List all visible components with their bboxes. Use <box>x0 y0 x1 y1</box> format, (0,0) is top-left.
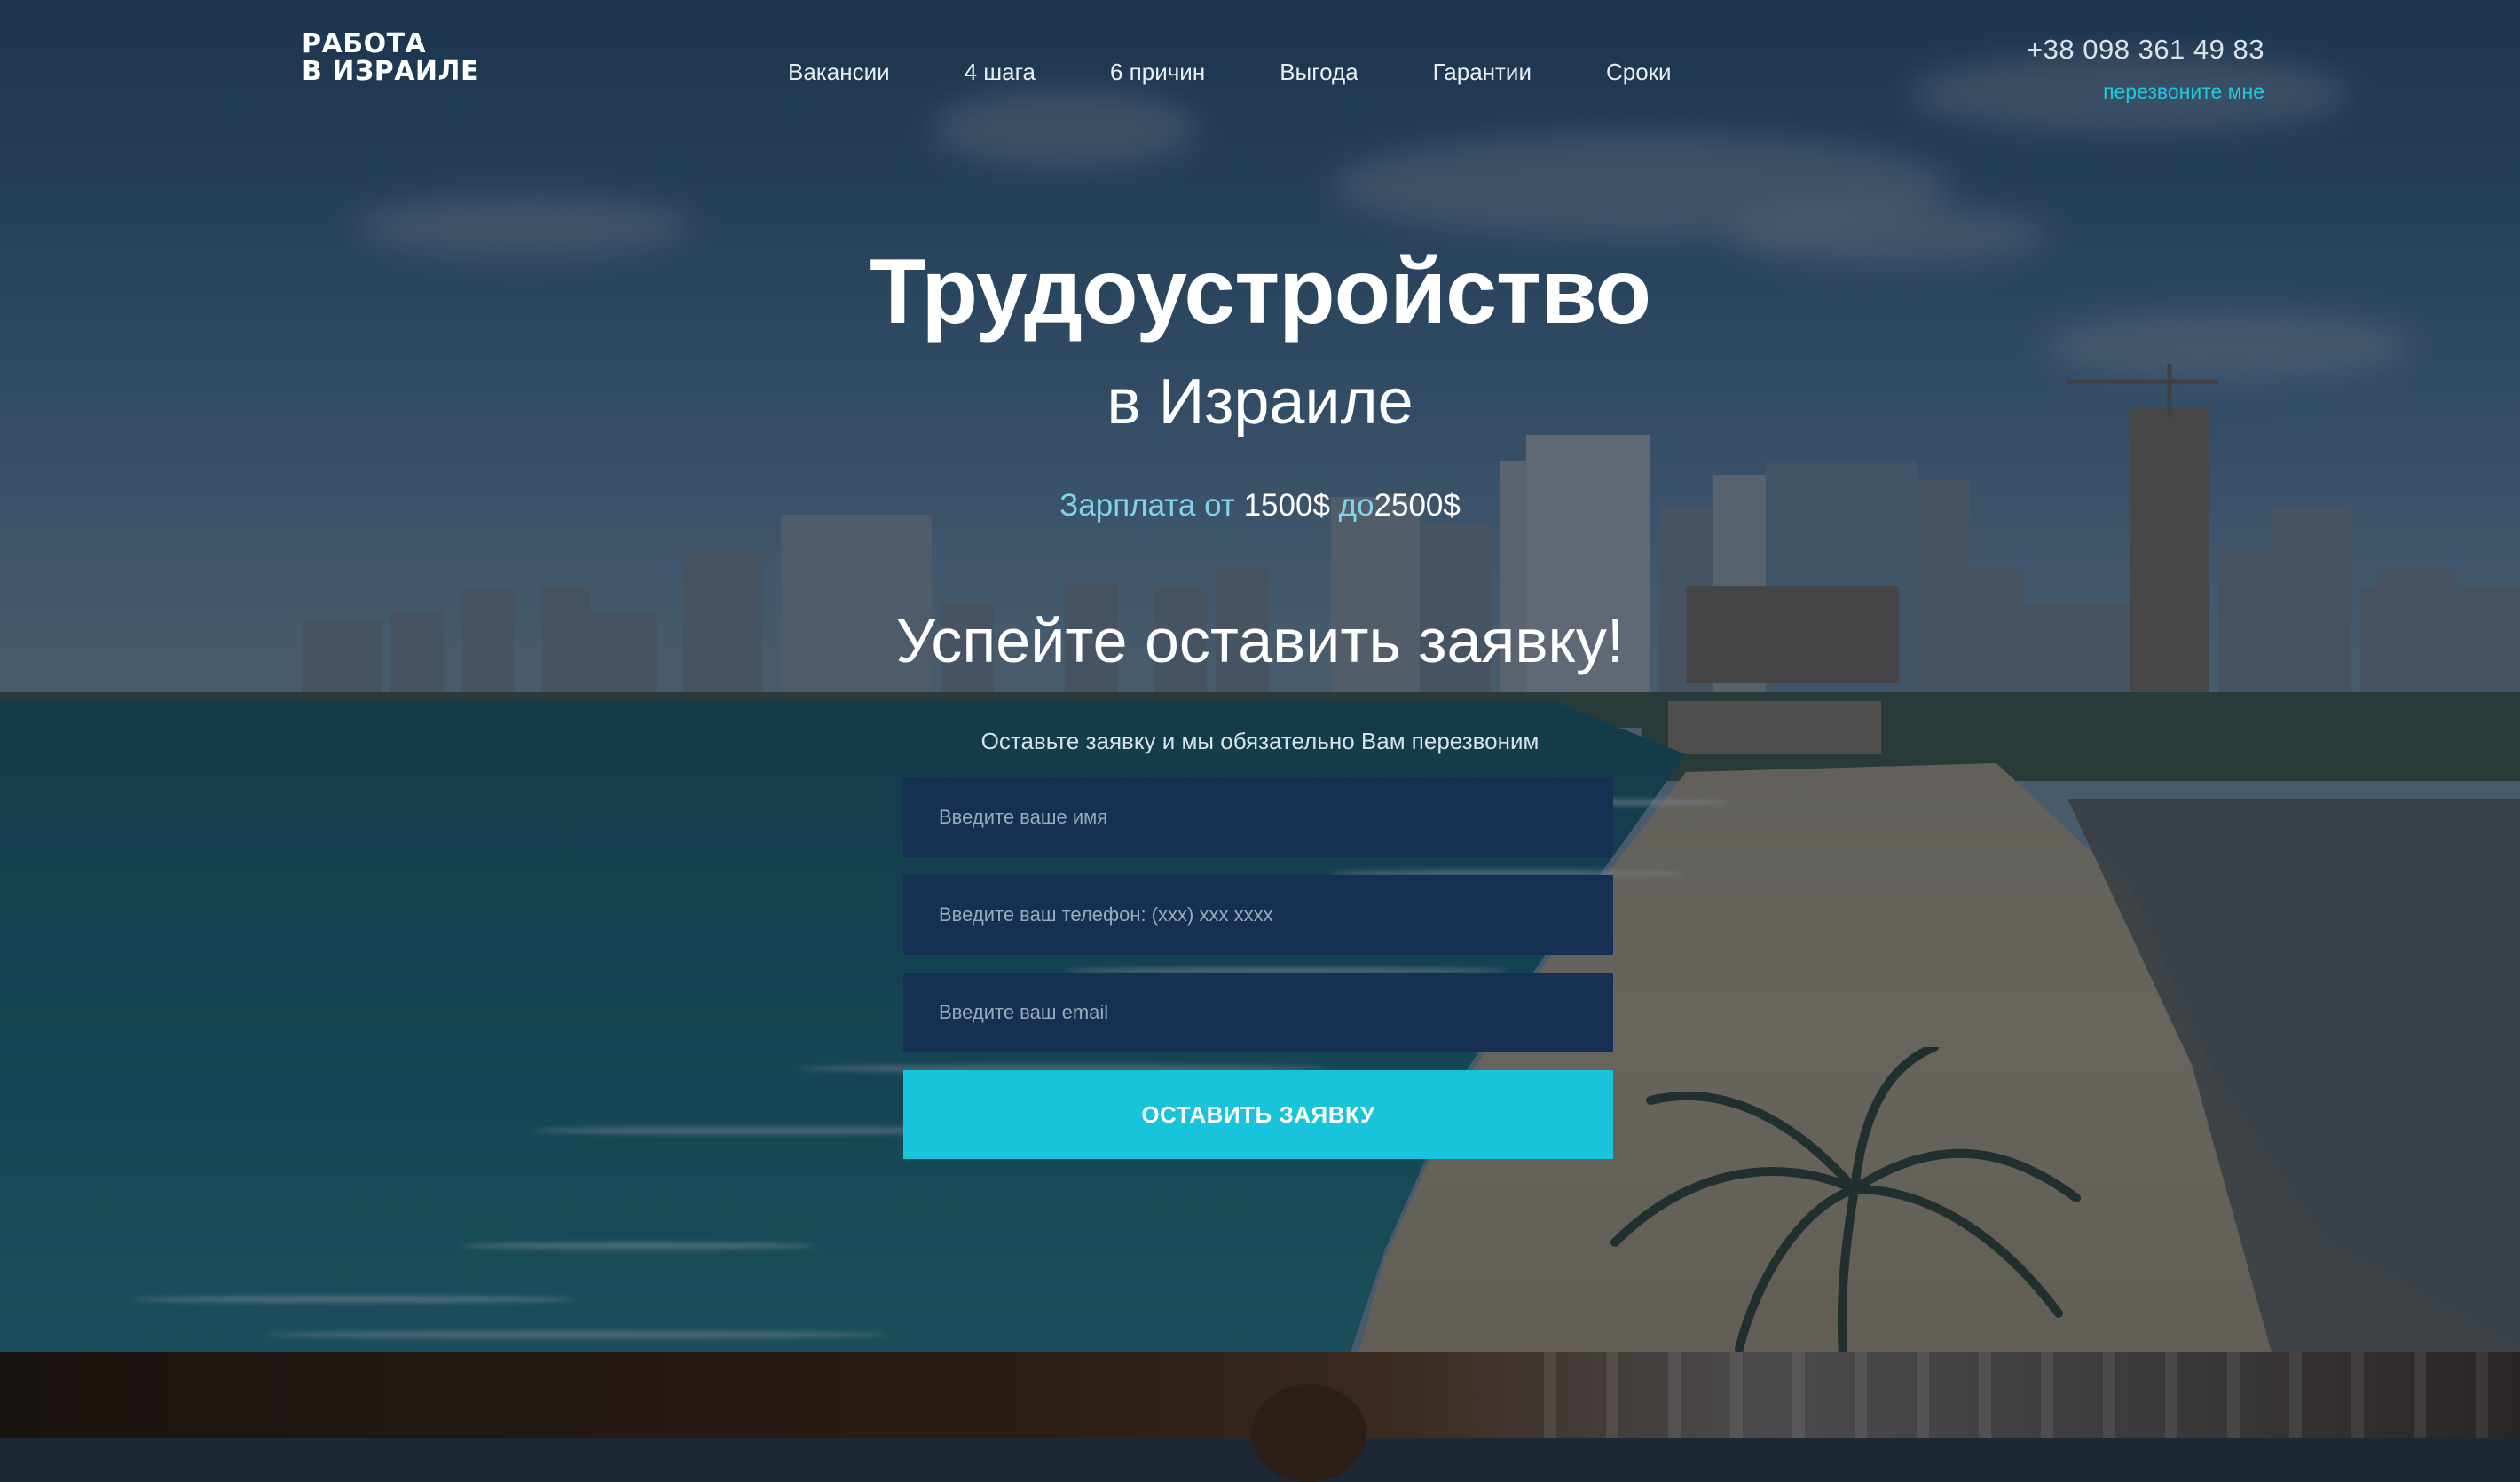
logo-line-1: РАБОТА <box>302 28 427 59</box>
salary-mid: до <box>1338 488 1374 523</box>
callback-link[interactable]: перезвоните мне <box>2027 80 2264 104</box>
main-nav: Вакансии 4 шага 6 причин Выгода Гарантии… <box>788 59 1672 86</box>
page-subtitle: в Израиле <box>1106 367 1414 438</box>
cta-subtext: Оставьте заявку и мы обязательно Вам пер… <box>980 728 1540 754</box>
logo-line-2: В ИЗРАИЛЕ <box>302 56 479 87</box>
cta-heading: Успейте оставить заявку! <box>895 606 1625 675</box>
phone-number[interactable]: +38 098 361 49 83 <box>2027 34 2264 66</box>
submit-application-button[interactable]: ОСТАВИТЬ ЗАЯВКУ <box>903 1070 1613 1159</box>
nav-item-6-reasons[interactable]: 6 причин <box>1110 59 1205 86</box>
salary-from: 1500$ <box>1243 488 1330 523</box>
phone-input[interactable] <box>903 875 1613 955</box>
nav-item-terms[interactable]: Сроки <box>1606 59 1672 86</box>
email-input[interactable] <box>903 973 1613 1052</box>
nav-item-vacancies[interactable]: Вакансии <box>788 59 890 86</box>
salary-to: 2500$ <box>1374 488 1461 523</box>
nav-item-guarantees[interactable]: Гарантии <box>1433 59 1532 86</box>
application-form: ОСТАВИТЬ ЗАЯВКУ <box>903 777 1613 1159</box>
next-section-photo-person <box>1251 1384 1366 1482</box>
salary-line: Зарплата от 1500$ до2500$ <box>0 488 2520 524</box>
nav-item-benefit[interactable]: Выгода <box>1280 59 1358 86</box>
site-logo[interactable]: РАБОТА В ИЗРАИЛЕ <box>302 30 479 85</box>
contact-block: +38 098 361 49 83 перезвоните мне <box>2027 34 2264 104</box>
name-input[interactable] <box>903 777 1613 857</box>
salary-prefix: Зарплата от <box>1059 488 1235 523</box>
page-title: Трудоустройство <box>869 240 1651 343</box>
nav-item-4-steps[interactable]: 4 шага <box>965 59 1036 86</box>
